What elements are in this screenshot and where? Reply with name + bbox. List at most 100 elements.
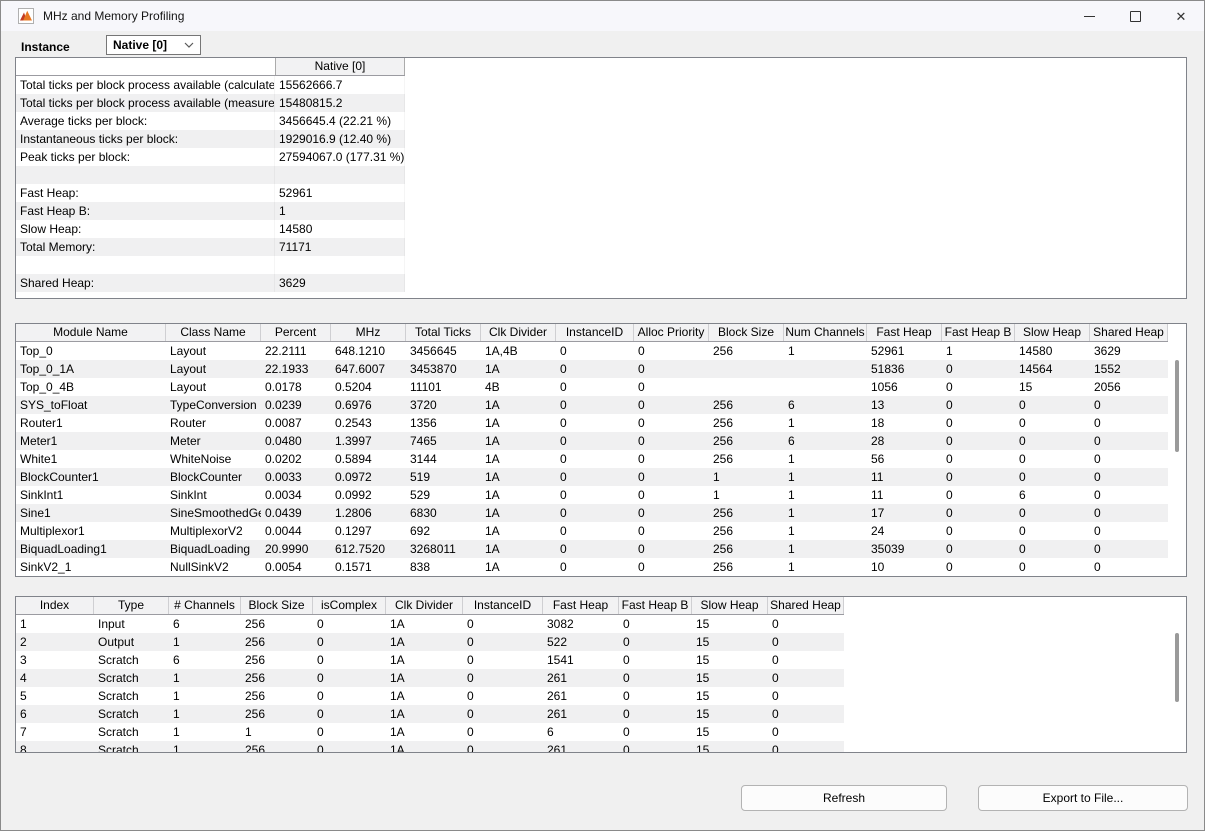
table-cell: 1 — [709, 468, 784, 486]
table-row[interactable]: Sine1SineSmoothedGen0.04391.280668301A00… — [16, 504, 1168, 522]
table-cell: 0 — [634, 414, 709, 432]
instance-dropdown-value: Native [0] — [107, 38, 184, 52]
column-header-block-size[interactable]: Block Size — [709, 324, 784, 341]
column-header-fast-heap[interactable]: Fast Heap — [543, 597, 619, 614]
column-header-fast-heap[interactable]: Fast Heap — [867, 324, 942, 341]
table-row[interactable]: 8Scratch125601A02610150 — [16, 741, 844, 753]
column-header-module-name[interactable]: Module Name — [16, 324, 166, 341]
export-to-file-button[interactable]: Export to File... — [978, 785, 1188, 811]
table-row[interactable]: Top_0_1ALayout22.1933647.600734538701A00… — [16, 360, 1168, 378]
table-row[interactable]: Average ticks per block:3456645.4 (22.21… — [16, 112, 405, 130]
table-cell: 0 — [768, 687, 844, 705]
table-cell: 0.1571 — [331, 558, 406, 576]
table-row[interactable]: Meter1Meter0.04801.399774651A00256628000 — [16, 432, 1168, 450]
instance-dropdown[interactable]: Native [0] — [106, 35, 201, 55]
table-row[interactable]: Peak ticks per block:27594067.0 (177.31 … — [16, 148, 405, 166]
table-cell: 15 — [692, 687, 768, 705]
column-header-iscomplex[interactable]: isComplex — [313, 597, 386, 614]
table-row[interactable]: White1WhiteNoise0.02020.589431441A002561… — [16, 450, 1168, 468]
close-button[interactable]: ✕ — [1158, 1, 1204, 31]
table-cell: 3629 — [275, 274, 405, 292]
column-header-slow-heap[interactable]: Slow Heap — [1015, 324, 1090, 341]
column-header-instanceid[interactable]: InstanceID — [556, 324, 634, 341]
table-row[interactable]: BlockCounter1BlockCounter0.00330.0972519… — [16, 468, 1168, 486]
table-cell: 4 — [16, 669, 94, 687]
table-cell: 0 — [1090, 450, 1168, 468]
table-row[interactable]: Total ticks per block process available … — [16, 94, 405, 112]
table-row[interactable]: SinkV2_1NullSinkV20.00540.15718381A00256… — [16, 558, 1168, 576]
table-cell: 1 — [169, 705, 241, 723]
column-header-slow-heap[interactable]: Slow Heap — [692, 597, 768, 614]
table-row[interactable]: 5Scratch125601A02610150 — [16, 687, 844, 705]
column-header-clk-divider[interactable]: Clk Divider — [481, 324, 556, 341]
table-cell: 0 — [1015, 432, 1090, 450]
column-header-mhz[interactable]: MHz — [331, 324, 406, 341]
table-cell: Fast Heap B: — [16, 202, 275, 220]
table-row[interactable]: 1Input625601A030820150 — [16, 615, 844, 633]
table-cell: 52961 — [867, 342, 942, 360]
table-row[interactable]: SinkInt1SinkInt0.00340.09925291A00111106… — [16, 486, 1168, 504]
table-row[interactable]: Instantaneous ticks per block:1929016.9 … — [16, 130, 405, 148]
table-cell: 0 — [619, 705, 692, 723]
table-row[interactable]: Multiplexor1MultiplexorV20.00440.1297692… — [16, 522, 1168, 540]
title-bar[interactable]: MHz and Memory Profiling ✕ — [1, 1, 1204, 31]
table-row[interactable]: 6Scratch125601A02610150 — [16, 705, 844, 723]
table-row[interactable]: 4Scratch125601A02610150 — [16, 669, 844, 687]
table-cell: 1A — [386, 741, 463, 753]
column-header-fast-heap-b[interactable]: Fast Heap B — [619, 597, 692, 614]
table-cell: 18 — [867, 414, 942, 432]
table-row[interactable] — [16, 166, 405, 184]
table-cell: 15 — [692, 705, 768, 723]
table-cell: 0 — [634, 396, 709, 414]
table-cell: 0 — [634, 378, 709, 396]
table-cell: 0 — [313, 615, 386, 633]
column-header--channels[interactable]: # Channels — [169, 597, 241, 614]
table-cell: 0 — [942, 486, 1015, 504]
table-row[interactable]: Top_0_4BLayout0.01780.5204111014B0010560… — [16, 378, 1168, 396]
table-row[interactable]: Router1Router0.00870.254313561A002561180… — [16, 414, 1168, 432]
column-header-index[interactable]: Index — [16, 597, 94, 614]
table-cell: 3082 — [543, 615, 619, 633]
summary-value-column-header[interactable]: Native [0] — [275, 58, 405, 75]
table-row[interactable]: Slow Heap:14580 — [16, 220, 405, 238]
table-row[interactable]: Total ticks per block process available … — [16, 76, 405, 94]
table-row[interactable]: Shared Heap:3629 — [16, 274, 405, 292]
column-header-shared-heap[interactable]: Shared Heap — [768, 597, 844, 614]
column-header-fast-heap-b[interactable]: Fast Heap B — [942, 324, 1015, 341]
table-row[interactable]: Fast Heap B:1 — [16, 202, 405, 220]
table-cell: 15 — [692, 741, 768, 753]
table-row[interactable]: BiquadLoading1BiquadLoading20.9990612.75… — [16, 540, 1168, 558]
table-cell: 1 — [709, 486, 784, 504]
column-header-num-channels[interactable]: Num Channels — [784, 324, 867, 341]
table-cell: 6 — [784, 396, 867, 414]
table-cell: 15 — [692, 615, 768, 633]
refresh-button[interactable]: Refresh — [741, 785, 947, 811]
column-header-total-ticks[interactable]: Total Ticks — [406, 324, 481, 341]
column-header-alloc-priority[interactable]: Alloc Priority — [634, 324, 709, 341]
minimize-button[interactable] — [1066, 1, 1112, 31]
column-header-block-size[interactable]: Block Size — [241, 597, 313, 614]
table-cell: 0 — [942, 396, 1015, 414]
table-row[interactable]: Top_0Layout22.2111648.121034566451A,4B00… — [16, 342, 1168, 360]
table-row[interactable]: SYS_toFloatTypeConversion0.02390.6976372… — [16, 396, 1168, 414]
maximize-button[interactable] — [1112, 1, 1158, 31]
table-row[interactable]: Total Memory:71171 — [16, 238, 405, 256]
table-row[interactable] — [16, 256, 405, 274]
table-cell: 0 — [1090, 486, 1168, 504]
module-table-vertical-scrollbar[interactable] — [1175, 360, 1179, 452]
table-row[interactable]: 3Scratch625601A015410150 — [16, 651, 844, 669]
table-cell: 0.0202 — [261, 450, 331, 468]
table-cell: Scratch — [94, 723, 169, 741]
table-row[interactable]: 7Scratch1101A060150 — [16, 723, 844, 741]
table-row[interactable]: 2Output125601A05220150 — [16, 633, 844, 651]
column-header-shared-heap[interactable]: Shared Heap — [1090, 324, 1168, 341]
column-header-percent[interactable]: Percent — [261, 324, 331, 341]
buffer-table-vertical-scrollbar[interactable] — [1175, 633, 1179, 702]
column-header-type[interactable]: Type — [94, 597, 169, 614]
table-cell: 522 — [543, 633, 619, 651]
table-row[interactable]: Fast Heap:52961 — [16, 184, 405, 202]
column-header-instanceid[interactable]: InstanceID — [463, 597, 543, 614]
column-header-class-name[interactable]: Class Name — [166, 324, 261, 341]
summary-table: Native [0] Total ticks per block process… — [15, 57, 1187, 299]
column-header-clk-divider[interactable]: Clk Divider — [386, 597, 463, 614]
